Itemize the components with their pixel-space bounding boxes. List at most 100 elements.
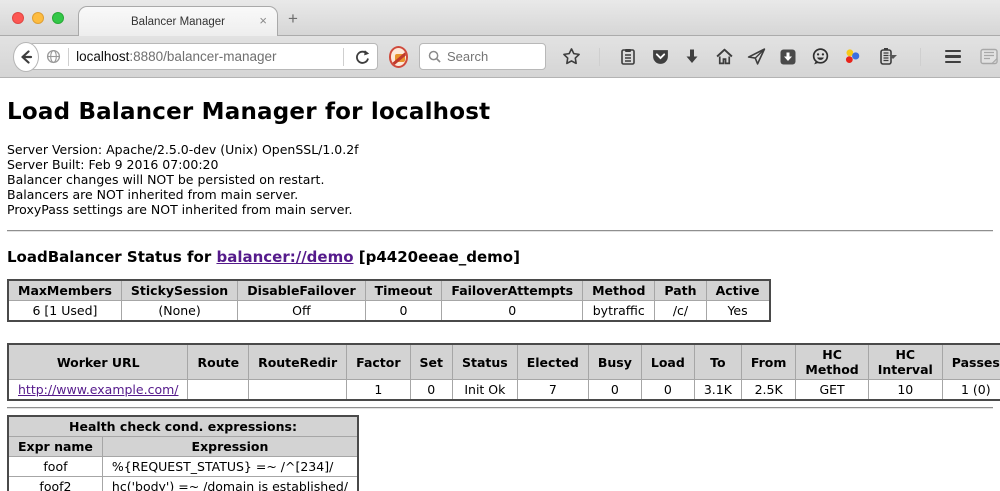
table-row: http://www.example.com/ 1 0 Init Ok 7 0 … [8, 380, 1000, 401]
cell-hc-method: GET [796, 380, 868, 401]
divider-rule [7, 230, 993, 232]
divider [343, 48, 344, 66]
reload-button[interactable] [351, 46, 373, 68]
downloads-icon [683, 48, 701, 66]
tab-title: Balancer Manager [131, 16, 225, 28]
pocket-icon [651, 47, 670, 66]
divider [599, 48, 600, 66]
cell-expression: hc('body') =~ /domain is established/ [102, 477, 358, 491]
health-check-table: Health check cond. expressions: Expr nam… [7, 415, 359, 491]
plugin-block-icon[interactable] [389, 46, 408, 68]
loadbalancer-status-heading: LoadBalancer Status for balancer://demo … [7, 248, 993, 266]
search-field[interactable] [419, 43, 546, 70]
cell-hc-interval: 10 [868, 380, 942, 401]
divider-rule [7, 407, 993, 409]
col-load: Load [641, 344, 694, 380]
extension-download-button[interactable] [777, 46, 799, 68]
notice-proxypass-line: ProxyPass settings are NOT inherited fro… [7, 202, 993, 217]
window-controls [12, 12, 64, 24]
new-tab-button[interactable]: + [288, 9, 298, 29]
divider [68, 48, 69, 66]
cell-expr-name: foof2 [8, 477, 102, 491]
cell-from: 2.5K [741, 380, 796, 401]
menu-icon-bar [945, 55, 961, 58]
menu-button[interactable] [942, 46, 964, 68]
col-maxmembers: MaxMembers [8, 280, 121, 301]
cell-to: 3.1K [694, 380, 741, 401]
divider [920, 48, 921, 66]
table-header-row: MaxMembers StickySession DisableFailover… [8, 280, 770, 301]
extension-box-icon [779, 48, 797, 66]
address-bar[interactable]: localhost:8880/balancer-manager [29, 43, 377, 70]
col-stickysession: StickySession [121, 280, 237, 301]
reader-grid-button[interactable] [978, 46, 1000, 68]
titlebar: Balancer Manager × + [0, 0, 1000, 36]
cell-set: 0 [410, 380, 452, 401]
cell-timeout: 0 [365, 301, 442, 322]
table-title-row: Health check cond. expressions: [8, 416, 358, 437]
col-elected: Elected [517, 344, 588, 380]
col-method: Method [583, 280, 655, 301]
close-window-button[interactable] [12, 12, 24, 24]
tab-balancer-manager[interactable]: Balancer Manager × [78, 6, 278, 36]
bookmark-star-button[interactable] [560, 46, 582, 68]
plugin-slash [391, 48, 408, 65]
send-tab-button[interactable] [745, 46, 767, 68]
cell-status: Init Ok [453, 380, 518, 401]
cell-disablefailover: Off [238, 301, 365, 322]
toolbar-buttons [560, 46, 1000, 68]
smiley-extension-button[interactable] [809, 46, 831, 68]
bookmark-star-icon [562, 47, 581, 66]
cell-worker-url: http://www.example.com/ [8, 380, 188, 401]
send-icon [747, 47, 766, 66]
browser-window: Balancer Manager × + localhost:8880/bala… [0, 0, 1000, 491]
site-globe-icon[interactable] [46, 49, 61, 64]
minimize-window-button[interactable] [32, 12, 44, 24]
status-suffix: [p4420eeae_demo] [354, 248, 520, 266]
menu-icon-bar [945, 61, 961, 64]
table-row: 6 [1 Used] (None) Off 0 0 bytraffic /c/ … [8, 301, 770, 322]
search-icon [428, 50, 441, 63]
cell-expr-name: foof [8, 457, 102, 477]
page-title: Load Balancer Manager for localhost [7, 78, 993, 142]
home-button[interactable] [713, 46, 735, 68]
color-dots-extension-button[interactable] [841, 46, 863, 68]
notice-balancers-line: Balancers are NOT inherited from main se… [7, 187, 993, 202]
col-expression: Expression [102, 437, 358, 457]
cell-passes: 1 (0) [942, 380, 1000, 401]
cell-path: /c/ [655, 301, 706, 322]
bookmarks-sidebar-button[interactable] [617, 46, 639, 68]
worker-url-link[interactable]: http://www.example.com/ [18, 382, 178, 397]
battery-extension-button[interactable] [873, 46, 903, 68]
back-button[interactable] [13, 42, 39, 72]
navigation-toolbar: localhost:8880/balancer-manager [0, 36, 1000, 78]
server-info: Server Version: Apache/2.5.0-dev (Unix) … [7, 142, 993, 217]
balancer-demo-link[interactable]: balancer://demo [216, 248, 353, 266]
server-version-line: Server Version: Apache/2.5.0-dev (Unix) … [7, 142, 993, 157]
col-to: To [694, 344, 741, 380]
col-path: Path [655, 280, 706, 301]
col-from: From [741, 344, 796, 380]
cell-busy: 0 [588, 380, 641, 401]
reader-grid-icon [979, 47, 999, 66]
col-expr-name: Expr name [8, 437, 102, 457]
col-route: Route [188, 344, 249, 380]
search-input[interactable] [447, 49, 537, 64]
color-dots-icon [843, 47, 862, 66]
table-header-row: Worker URL Route RouteRedir Factor Set S… [8, 344, 1000, 380]
bookmarks-list-icon [619, 48, 637, 66]
page-content: Load Balancer Manager for localhost Serv… [0, 78, 1000, 491]
cell-elected: 7 [517, 380, 588, 401]
tab-close-icon[interactable]: × [259, 13, 267, 28]
col-active: Active [706, 280, 769, 301]
chevron-down-icon[interactable] [889, 55, 897, 59]
col-worker-url: Worker URL [8, 344, 188, 380]
url-text[interactable]: localhost:8880/balancer-manager [76, 49, 335, 64]
downloads-button[interactable] [681, 46, 703, 68]
worker-table: Worker URL Route RouteRedir Factor Set S… [7, 343, 1000, 401]
pocket-button[interactable] [649, 46, 671, 68]
zoom-window-button[interactable] [52, 12, 64, 24]
col-failoverattempts: FailoverAttempts [442, 280, 583, 301]
health-check-title: Health check cond. expressions: [8, 416, 358, 437]
server-built-line: Server Built: Feb 9 2016 07:00:20 [7, 157, 993, 172]
